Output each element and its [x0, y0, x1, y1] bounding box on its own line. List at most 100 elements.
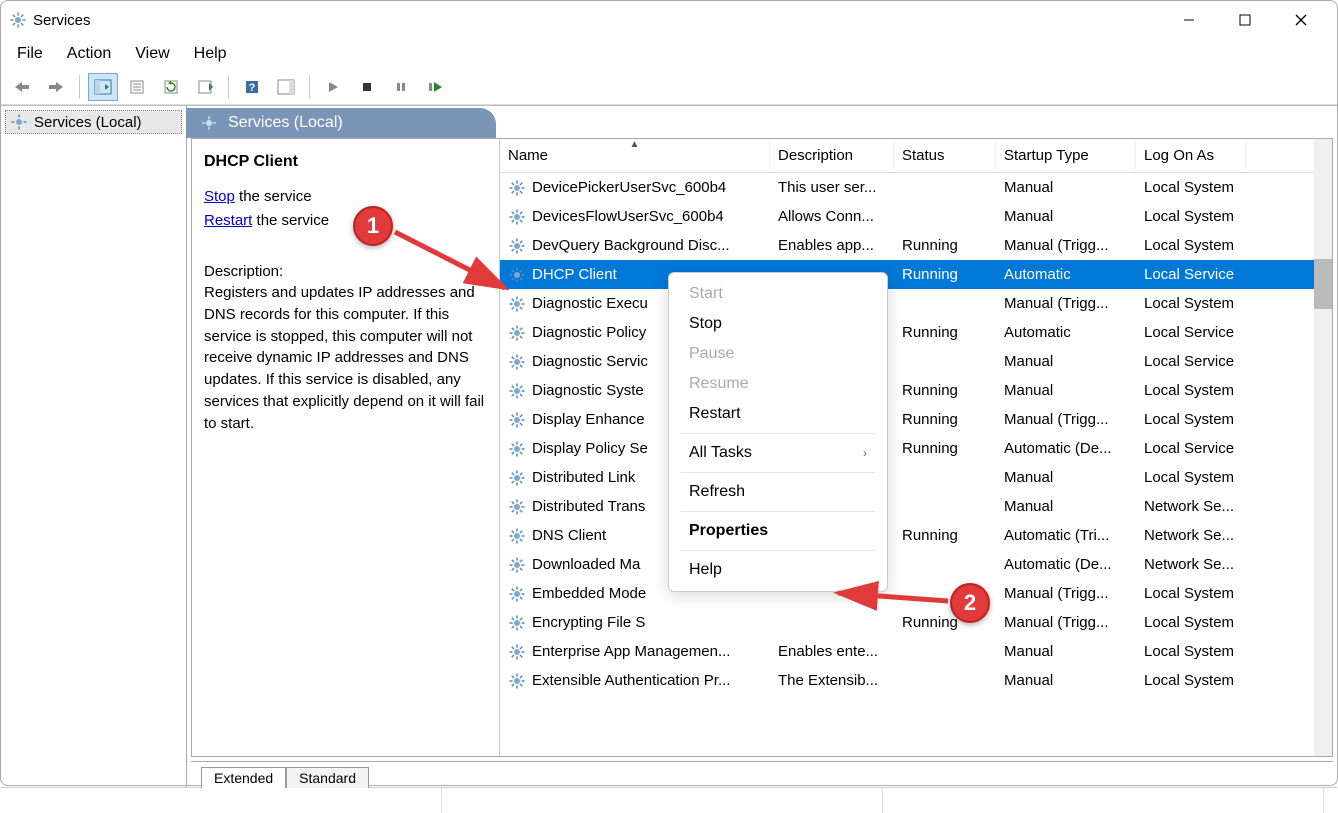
window-title: Services — [33, 12, 91, 29]
service-logon: Local System — [1136, 409, 1246, 430]
service-status — [894, 302, 996, 306]
service-name: Distributed Link — [532, 469, 635, 486]
table-row[interactable]: Diagnostic ExecuManual (Trigg...Local Sy… — [500, 289, 1332, 318]
table-row[interactable]: Display EnhanceRunningManual (Trigg...Lo… — [500, 405, 1332, 434]
properties-button[interactable] — [122, 73, 152, 101]
service-desc — [770, 621, 894, 625]
service-startup: Automatic — [996, 322, 1136, 343]
stop-button[interactable] — [352, 73, 382, 101]
tree-root[interactable]: Services (Local) — [5, 110, 182, 134]
forward-button[interactable] — [41, 73, 71, 101]
gear-icon — [508, 672, 526, 690]
help-button[interactable]: ? — [237, 73, 267, 101]
show-hide-action-button[interactable] — [271, 73, 301, 101]
ctx-refresh[interactable]: Refresh — [669, 477, 887, 507]
service-name: DevicesFlowUserSvc_600b4 — [532, 208, 724, 225]
show-hide-tree-button[interactable] — [88, 73, 118, 101]
table-row[interactable]: Downloaded MaAutomatic (De...Network Se.… — [500, 550, 1332, 579]
close-button[interactable] — [1273, 1, 1329, 39]
ctx-properties[interactable]: Properties — [669, 516, 887, 546]
table-row[interactable]: Embedded ModeManual (Trigg...Local Syste… — [500, 579, 1332, 608]
service-startup: Manual — [996, 177, 1136, 198]
service-startup: Automatic — [996, 264, 1136, 285]
table-row[interactable]: Diagnostic PolicyRunningAutomaticLocal S… — [500, 318, 1332, 347]
toolbar: ? — [1, 69, 1337, 105]
service-desc: This user ser... — [770, 177, 894, 198]
refresh-button[interactable] — [156, 73, 186, 101]
menu-help[interactable]: Help — [184, 41, 237, 67]
service-name: Enterprise App Managemen... — [532, 643, 730, 660]
service-startup: Manual — [996, 467, 1136, 488]
service-name: Extensible Authentication Pr... — [532, 672, 730, 689]
maximize-button[interactable] — [1217, 1, 1273, 39]
service-status: Running — [894, 409, 996, 430]
table-row[interactable]: Distributed Link ManualLocal System — [500, 463, 1332, 492]
service-logon: Network Se... — [1136, 496, 1246, 517]
table-row[interactable]: DevicePickerUserSvc_600b4This user ser..… — [500, 173, 1332, 202]
gear-icon — [508, 295, 526, 313]
gear-icon — [508, 208, 526, 226]
context-menu: Start Stop Pause Resume Restart All Task… — [668, 272, 888, 592]
service-status — [894, 360, 996, 364]
table-row[interactable]: Distributed TransManualNetwork Se... — [500, 492, 1332, 521]
scrollbar-track[interactable] — [1314, 139, 1332, 756]
table-row[interactable]: Diagnostic ServicManualLocal Service — [500, 347, 1332, 376]
service-startup: Manual — [996, 496, 1136, 517]
annotation-badge-1: 1 — [353, 206, 393, 246]
table-row[interactable]: DevicesFlowUserSvc_600b4Allows Conn...Ma… — [500, 202, 1332, 231]
table-row[interactable]: Display Policy SeRunningAutomatic (De...… — [500, 434, 1332, 463]
ctx-restart[interactable]: Restart — [669, 399, 887, 429]
service-name: Diagnostic Policy — [532, 324, 646, 341]
service-logon: Local System — [1136, 583, 1246, 604]
service-logon: Local Service — [1136, 351, 1246, 372]
back-button[interactable] — [7, 73, 37, 101]
restart-link[interactable]: Restart — [204, 212, 252, 229]
service-desc: Enables app... — [770, 235, 894, 256]
minimize-button[interactable] — [1161, 1, 1217, 39]
tabs: Extended Standard — [191, 761, 1333, 787]
service-startup: Manual — [996, 351, 1136, 372]
service-startup: Manual (Trigg... — [996, 235, 1136, 256]
table-row[interactable]: DevQuery Background Disc...Enables app..… — [500, 231, 1332, 260]
table-row[interactable]: Enterprise App Managemen... Enables ente.… — [500, 637, 1332, 666]
stop-link[interactable]: Stop — [204, 188, 235, 205]
table-row[interactable]: DNS ClientRunningAutomatic (Tri...Networ… — [500, 521, 1332, 550]
gear-icon — [508, 237, 526, 255]
menu-bar: File Action View Help — [1, 39, 1337, 69]
tree-root-label: Services (Local) — [34, 114, 142, 131]
service-status — [894, 215, 996, 219]
chevron-right-icon: › — [863, 446, 867, 460]
col-status[interactable]: Status — [894, 141, 996, 170]
export-button[interactable] — [190, 73, 220, 101]
ctx-help[interactable]: Help — [669, 555, 887, 585]
table-row[interactable]: Extensible Authentication Pr...The Exten… — [500, 666, 1332, 695]
col-logon[interactable]: Log On As — [1136, 141, 1246, 170]
menu-file[interactable]: File — [7, 41, 53, 67]
restart-toolbar-button[interactable] — [420, 73, 450, 101]
menu-view[interactable]: View — [125, 41, 179, 67]
table-row[interactable]: Diagnostic SysteRunningManualLocal Syste… — [500, 376, 1332, 405]
svg-text:?: ? — [249, 82, 256, 94]
service-logon: Network Se... — [1136, 554, 1246, 575]
table-row[interactable]: DHCP ClientRunningAutomaticLocal Service — [500, 260, 1332, 289]
col-startup[interactable]: Startup Type — [996, 141, 1136, 170]
service-startup: Automatic (De... — [996, 554, 1136, 575]
ctx-alltasks[interactable]: All Tasks› — [669, 438, 887, 468]
ctx-stop[interactable]: Stop — [669, 309, 887, 339]
start-button[interactable] — [318, 73, 348, 101]
tab-extended[interactable]: Extended — [201, 767, 286, 788]
tab-standard[interactable]: Standard — [286, 767, 369, 788]
service-desc: Enables ente... — [770, 641, 894, 662]
service-status: Running — [894, 264, 996, 285]
menu-action[interactable]: Action — [57, 41, 121, 67]
gear-icon — [508, 266, 526, 284]
service-status — [894, 476, 996, 480]
annotation-badge-2: 2 — [950, 583, 990, 623]
pause-button[interactable] — [386, 73, 416, 101]
service-startup: Manual — [996, 641, 1136, 662]
col-name[interactable]: ▲Name — [500, 141, 770, 170]
col-description[interactable]: Description — [770, 141, 894, 170]
table-row[interactable]: Encrypting File SRunningManual (Trigg...… — [500, 608, 1332, 637]
scrollbar-thumb[interactable] — [1314, 259, 1332, 309]
service-logon: Local System — [1136, 670, 1246, 691]
